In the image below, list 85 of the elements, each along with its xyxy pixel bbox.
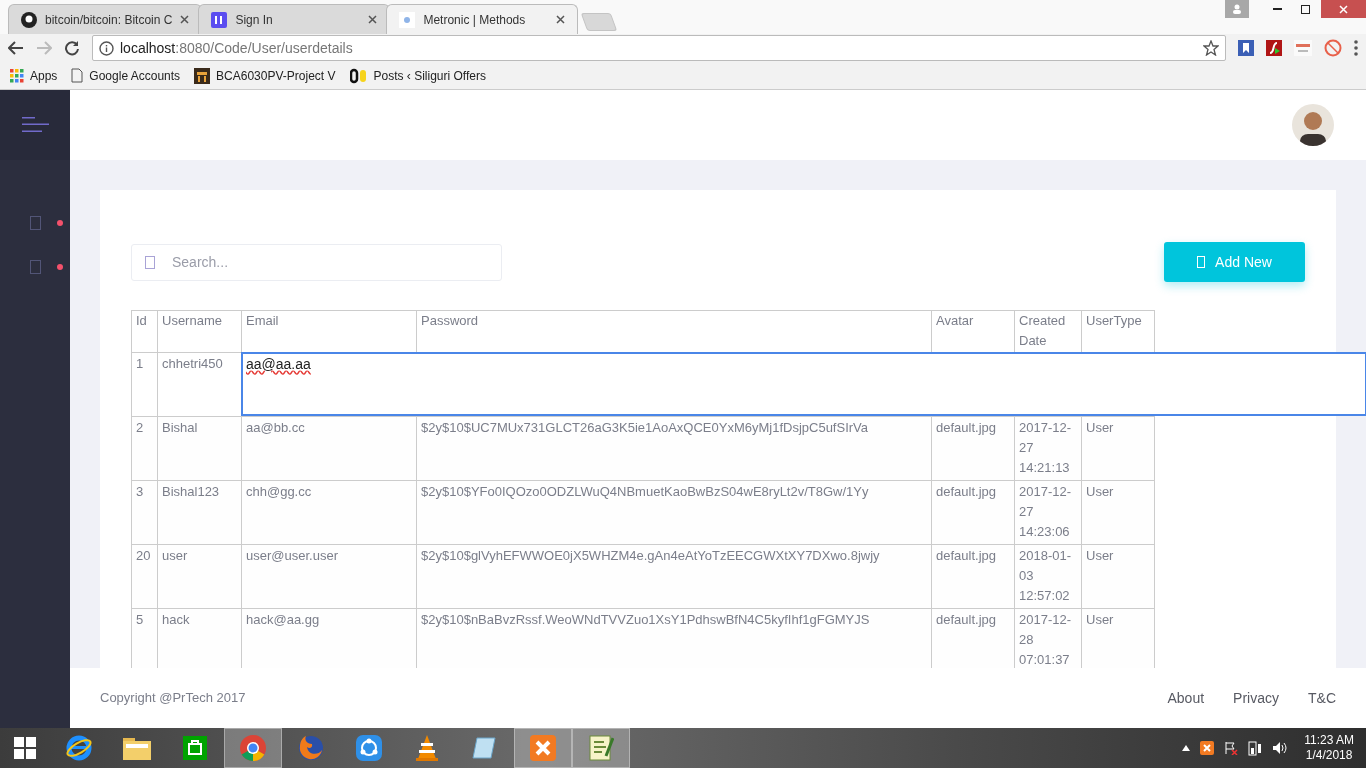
footer-link[interactable]: T&C	[1308, 687, 1336, 709]
square-icon	[145, 255, 155, 269]
table-cell: default.jpg	[931, 416, 1015, 481]
tab-title: bitcoin/bitcoin: Bitcoin C	[45, 11, 173, 29]
taskbar-app[interactable]	[572, 728, 630, 768]
table-cell: $2y$10$YFo0IQOzo0ODZLWuQ4NBmuetKaoBwBzS04wE8ryLt2v/T8Gw/1Yy	[416, 480, 932, 545]
menu-icon[interactable]	[1354, 40, 1358, 56]
url-text: localhost:8080/Code/User/userdetails	[120, 38, 354, 58]
building-icon	[194, 67, 211, 84]
bookmark-item[interactable]: Google Accounts	[71, 66, 181, 85]
table-cell: 2018-01-03 12:57:02	[1014, 544, 1082, 609]
bookmark-item[interactable]: Posts ‹ Siliguri Offers	[349, 66, 486, 85]
hamburger-menu-icon[interactable]	[21, 117, 49, 133]
footer-link[interactable]: Privacy	[1233, 687, 1279, 709]
table-cell: User	[1081, 480, 1155, 545]
table-cell: 2017-12-27 14:21:13	[1014, 416, 1082, 481]
table-cell: Bishal123	[157, 480, 242, 545]
table-cell: Bishal	[157, 416, 242, 481]
square-icon	[1197, 256, 1206, 268]
column-header: Id	[131, 310, 158, 353]
speaker-icon[interactable]	[1272, 741, 1289, 755]
bookmark-icon[interactable]	[1238, 40, 1254, 56]
reload-icon[interactable]	[64, 40, 80, 56]
footer-link[interactable]: About	[1167, 687, 1205, 709]
flag-icon[interactable]	[1224, 741, 1239, 755]
email-edit-field[interactable]: aa@aa.aa	[241, 352, 1366, 416]
user-avatar[interactable]	[1292, 104, 1334, 146]
table-cell: $2y$10$glVyhEFWWOE0jX5WHZM4e.gAn4eAtYoTzEECGWXtXY7DXwo.8jwjy	[416, 544, 932, 609]
code-editor-icon	[588, 734, 614, 762]
table-cell: 1	[131, 352, 158, 417]
folder-icon	[122, 735, 152, 761]
back-icon[interactable]	[8, 41, 24, 55]
time-text: 11:23 AM	[1304, 733, 1354, 748]
bookmark-item[interactable]: BCA6030PV-Project V	[194, 66, 336, 85]
apps-grid-icon	[10, 68, 24, 83]
dot-icon	[57, 264, 63, 270]
clock[interactable]: 11:23 AM 1/4/2018	[1304, 733, 1354, 763]
bookmark-item[interactable]: Apps	[10, 66, 58, 85]
battery-icon[interactable]	[1248, 740, 1263, 756]
page-logo-icon	[399, 11, 416, 28]
xampp-tray-icon[interactable]	[1200, 741, 1215, 755]
browser-tab[interactable]: Metronic | Methods	[386, 4, 579, 34]
square-icon	[30, 216, 41, 230]
tab-title: Sign In	[235, 11, 274, 29]
blocked-s-icon[interactable]	[1324, 39, 1342, 57]
table-cell: user@user.user	[241, 544, 417, 609]
person-icon	[1232, 4, 1242, 14]
date-text: 1/4/2018	[1305, 748, 1353, 763]
square-icon	[30, 260, 41, 274]
address-bar[interactable]: localhost:8080/Code/User/userdetails	[92, 35, 1226, 61]
traffic-cone-icon	[414, 734, 440, 762]
star-icon[interactable]	[1203, 40, 1219, 56]
table-cell: 2	[131, 416, 158, 481]
table-cell: 20	[131, 544, 158, 609]
table-cell: aa@bb.cc	[241, 416, 417, 481]
browser-e-icon	[65, 734, 93, 762]
copyright-text: Copyright @PrTech 2017	[100, 689, 246, 708]
dot-icon	[57, 220, 63, 226]
windows-logo-icon	[14, 737, 36, 759]
fox-globe-icon	[297, 734, 325, 762]
column-header: Username	[157, 310, 242, 353]
close-icon[interactable]	[180, 15, 190, 24]
close-icon[interactable]	[556, 15, 566, 24]
extension-icon[interactable]	[1294, 40, 1312, 56]
table-cell: default.jpg	[931, 544, 1015, 609]
tray-arrow-icon[interactable]	[1182, 745, 1191, 751]
table-cell: User	[1081, 544, 1155, 609]
logo-icon	[349, 67, 368, 84]
page-icon	[71, 68, 84, 83]
table-cell: default.jpg	[931, 480, 1015, 545]
shopping-bag-icon	[181, 734, 209, 762]
tab-title: Metronic | Methods	[423, 11, 527, 29]
table-cell: User	[1081, 416, 1155, 481]
info-icon	[99, 40, 114, 56]
chrome-icon	[239, 734, 267, 762]
table-cell: user	[157, 544, 242, 609]
table-cell: 3	[131, 480, 158, 545]
search-field[interactable]: Search...	[131, 243, 502, 281]
flash-icon[interactable]	[1266, 40, 1282, 56]
close-icon	[1339, 4, 1348, 14]
table-cell: 2017-12-27 14:23:06	[1014, 480, 1082, 545]
table-cell: chh@gg.cc	[241, 480, 417, 545]
xampp-icon	[529, 734, 557, 762]
close-icon[interactable]	[368, 15, 378, 24]
table-cell: $2y$10$UC7MUx731GLCT26aG3K5ie1AoAxQCE0YxM6yMj1fDsjpC5ufSIrVa	[416, 416, 932, 481]
